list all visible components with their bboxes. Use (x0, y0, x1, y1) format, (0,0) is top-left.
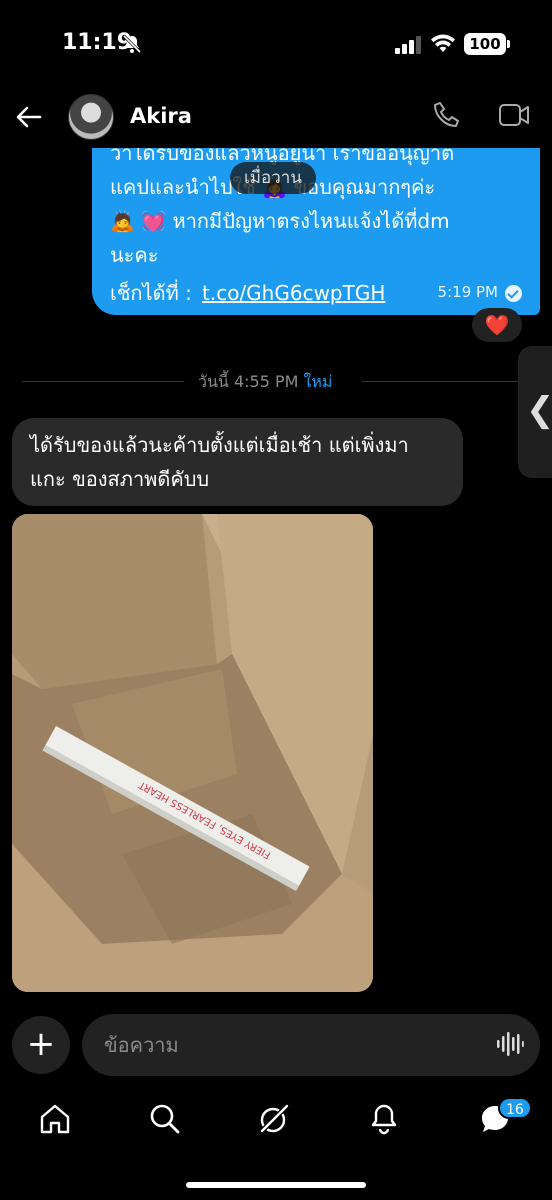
received-message-text: ได้รับของแล้วนะค้าบตั้งแต่เมื่อเช้า แต่เ… (30, 433, 409, 491)
divider-timestamp: วันนี้ 4:55 PM (198, 372, 299, 391)
status-bar: 11:19 100 (0, 0, 552, 90)
notifications-bell-icon[interactable] (367, 1102, 401, 1136)
chevron-left-icon: ❮ (526, 390, 552, 430)
sent-message-link[interactable]: t.co/GhG6cwpTGH (202, 276, 385, 310)
chat-area[interactable]: ว่าได้รับของแล้วหนูอยู่นา เราขออนุญาต แค… (0, 148, 552, 1013)
home-icon[interactable] (38, 1102, 72, 1136)
received-photo[interactable]: FIERY EYES, FEARLESS HEART (12, 514, 373, 992)
message-composer: + (0, 1013, 552, 1077)
bottom-nav: 16 (0, 1090, 552, 1150)
side-panel-handle[interactable]: ❮ (518, 346, 552, 478)
video-call-icon[interactable] (498, 102, 530, 128)
messages-badge: 16 (498, 1097, 532, 1119)
battery-tip (507, 40, 510, 48)
phone-call-icon[interactable] (432, 100, 462, 130)
date-pill: เมื่อวาน (230, 162, 316, 194)
new-messages-divider: วันนี้ 4:55 PM ใหม่ (198, 370, 332, 395)
sent-link-prefix: เช็กได้ที่ : (110, 281, 192, 305)
voice-message-icon[interactable] (496, 1031, 524, 1057)
grok-icon[interactable] (257, 1102, 291, 1136)
bell-off-icon (122, 34, 142, 54)
received-message-bubble[interactable]: ได้รับของแล้วนะค้าบตั้งแต่เมื่อเช้า แต่เ… (12, 418, 463, 506)
new-label: ใหม่ (303, 372, 333, 391)
contact-name[interactable]: Akira (130, 104, 192, 128)
read-check-icon (505, 285, 522, 302)
wifi-icon (431, 34, 455, 52)
heart-reaction[interactable]: ❤️ (472, 308, 522, 342)
battery-indicator: 100 (464, 33, 506, 55)
cardboard-box-photo: FIERY EYES, FEARLESS HEART (12, 514, 373, 992)
divider-line-left (22, 381, 184, 382)
search-icon[interactable] (148, 1102, 182, 1136)
sent-message-bubble[interactable]: ว่าได้รับของแล้วหนูอยู่นา เราขออนุญาต แค… (92, 148, 540, 315)
sent-message-text: ว่าได้รับของแล้วหนูอยู่นา เราขออนุญาต แค… (110, 148, 455, 267)
message-input[interactable] (82, 1014, 540, 1076)
chat-header: Akira (0, 86, 552, 148)
contact-avatar[interactable] (68, 94, 114, 140)
add-attachment-button[interactable]: + (12, 1016, 70, 1074)
sent-message-time: 5:19 PM (437, 283, 498, 301)
divider-line-right (362, 381, 534, 382)
home-indicator (186, 1182, 366, 1188)
signal-icon (395, 36, 421, 54)
back-arrow-icon[interactable] (12, 100, 46, 134)
